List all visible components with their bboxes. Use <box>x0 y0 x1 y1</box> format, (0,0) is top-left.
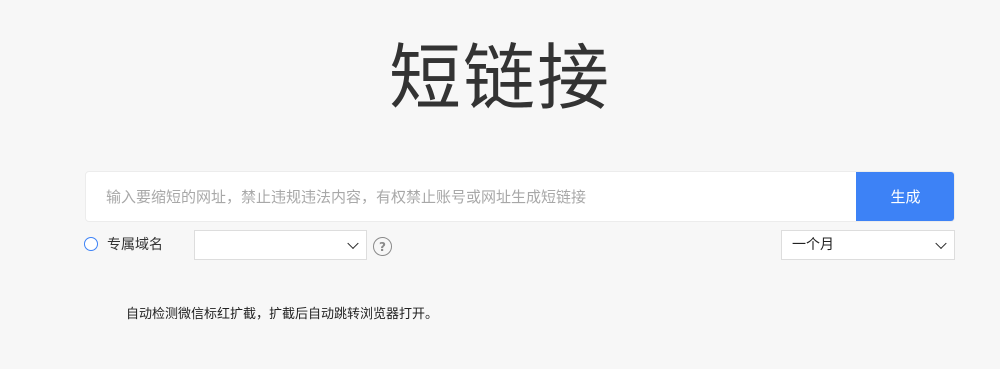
chevron-down-icon <box>347 237 359 250</box>
expiry-selected-value: 一个月 <box>792 237 834 253</box>
custom-domain-label: 专属域名 <box>107 237 163 253</box>
question-circle-icon[interactable]: ? <box>373 237 392 256</box>
custom-domain-select[interactable] <box>194 230 367 260</box>
page-title: 短链接 <box>388 36 611 120</box>
url-input[interactable] <box>86 172 857 221</box>
custom-domain-radio[interactable] <box>84 237 98 251</box>
url-search-bar: 生成 <box>85 171 955 222</box>
chevron-down-icon <box>935 237 947 250</box>
wechat-notice-text: 自动检测微信标红扩截，扩截后自动跳转浏览器打开。 <box>126 307 439 322</box>
generate-button[interactable]: 生成 <box>856 172 954 221</box>
expiry-select[interactable]: 一个月 <box>781 230 955 260</box>
